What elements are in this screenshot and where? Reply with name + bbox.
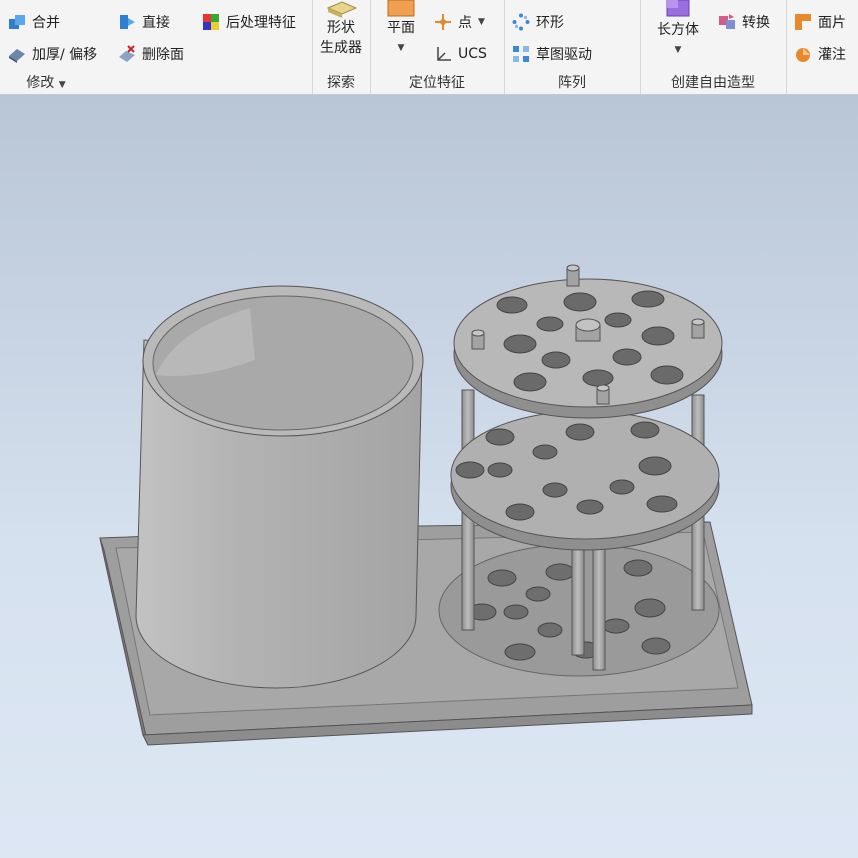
delete-face-icon bbox=[118, 45, 136, 63]
cylinder-cup bbox=[135, 285, 424, 689]
surface-panel: 面片 灌注 bbox=[786, 0, 858, 94]
point-label: 点 bbox=[458, 15, 472, 31]
fill-label: 灌注 bbox=[818, 47, 846, 63]
modify-panel: 合并 加厚/ 偏移 直接 删除面 后处理特征 修改 ▼ bbox=[0, 0, 313, 94]
sketch-driven-icon bbox=[512, 45, 530, 63]
delete-face-button[interactable]: 删除面 bbox=[118, 42, 184, 66]
freeform-panel-title: 创建自由造型 bbox=[671, 75, 755, 91]
box-label: 长方体 bbox=[657, 22, 699, 38]
post-process-icon bbox=[202, 13, 220, 31]
delete-face-label: 删除面 bbox=[142, 47, 184, 63]
point-button[interactable]: 点 ▼ bbox=[434, 10, 485, 34]
circular-pattern-icon bbox=[512, 13, 530, 31]
ucs-button[interactable]: UCS bbox=[434, 42, 487, 66]
sketch-driven-pattern-button[interactable]: 草图驱动 bbox=[512, 42, 592, 66]
point-dropdown-icon[interactable]: ▼ bbox=[478, 17, 485, 27]
shape-generator-label-1: 形状 bbox=[327, 20, 355, 36]
circular-pattern-label: 环形 bbox=[536, 15, 564, 31]
thicken-offset-button[interactable]: 加厚/ 偏移 bbox=[8, 42, 97, 66]
circular-pattern-button[interactable]: 环形 bbox=[512, 10, 564, 34]
sketch-driven-label: 草图驱动 bbox=[536, 47, 592, 63]
plane-label: 平面 bbox=[387, 20, 415, 36]
convert-icon bbox=[718, 13, 736, 31]
thicken-icon bbox=[8, 45, 26, 63]
convert-button[interactable]: 转换 bbox=[718, 10, 770, 34]
point-icon bbox=[434, 13, 452, 31]
pattern-panel-title: 阵列 bbox=[558, 75, 586, 91]
model-render bbox=[99, 264, 753, 746]
work-features-panel: 平面 ▼ 点 ▼ UCS 定位特征 bbox=[370, 0, 505, 94]
patch-icon bbox=[794, 13, 812, 31]
direct-edit-label: 直接 bbox=[142, 15, 170, 31]
fill-icon bbox=[794, 45, 812, 63]
freeform-box-icon bbox=[661, 0, 695, 20]
box-dropdown-icon[interactable]: ▼ bbox=[650, 40, 706, 60]
patch-label: 面片 bbox=[818, 15, 846, 31]
convert-label: 转换 bbox=[742, 15, 770, 31]
ucs-icon bbox=[434, 45, 452, 63]
fill-button[interactable]: 灌注 bbox=[794, 42, 846, 66]
thicken-offset-label: 加厚/ 偏移 bbox=[32, 47, 98, 63]
pattern-panel: 环形 草图驱动 阵列 bbox=[504, 0, 641, 94]
direct-edit-icon bbox=[118, 13, 136, 31]
plane-button[interactable]: 平面 ▼ bbox=[378, 0, 424, 58]
graphics-viewport[interactable] bbox=[0, 95, 858, 858]
shape-generator-icon bbox=[324, 0, 358, 18]
explore-panel-title: 探索 bbox=[327, 75, 355, 91]
top-plate bbox=[453, 264, 723, 419]
freeform-panel: 长方体 ▼ 转换 创建自由造型 bbox=[640, 0, 787, 94]
middle-plate bbox=[450, 410, 720, 551]
combine-button[interactable]: 合并 bbox=[8, 10, 60, 34]
patch-button[interactable]: 面片 bbox=[794, 10, 846, 34]
plane-icon bbox=[384, 0, 418, 18]
shape-generator-label-2: 生成器 bbox=[320, 40, 362, 56]
box-button[interactable]: 长方体 ▼ bbox=[650, 0, 706, 60]
post-process-feature-button[interactable]: 后处理特征 bbox=[202, 10, 296, 34]
combine-label: 合并 bbox=[32, 15, 60, 31]
modify-panel-title[interactable]: 修改 ▼ bbox=[0, 72, 92, 92]
plane-dropdown-icon[interactable]: ▼ bbox=[378, 38, 424, 58]
explore-panel: 形状 生成器 探索 bbox=[312, 0, 371, 94]
ucs-label: UCS bbox=[458, 46, 487, 62]
work-features-panel-title: 定位特征 bbox=[409, 75, 465, 91]
ribbon: 合并 加厚/ 偏移 直接 删除面 后处理特征 修改 ▼ 形状 生成器 探索 平面… bbox=[0, 0, 858, 95]
shape-generator-button[interactable]: 形状 生成器 bbox=[312, 0, 370, 58]
combine-icon bbox=[8, 13, 26, 31]
post-process-label: 后处理特征 bbox=[226, 15, 296, 31]
direct-edit-button[interactable]: 直接 bbox=[118, 10, 170, 34]
